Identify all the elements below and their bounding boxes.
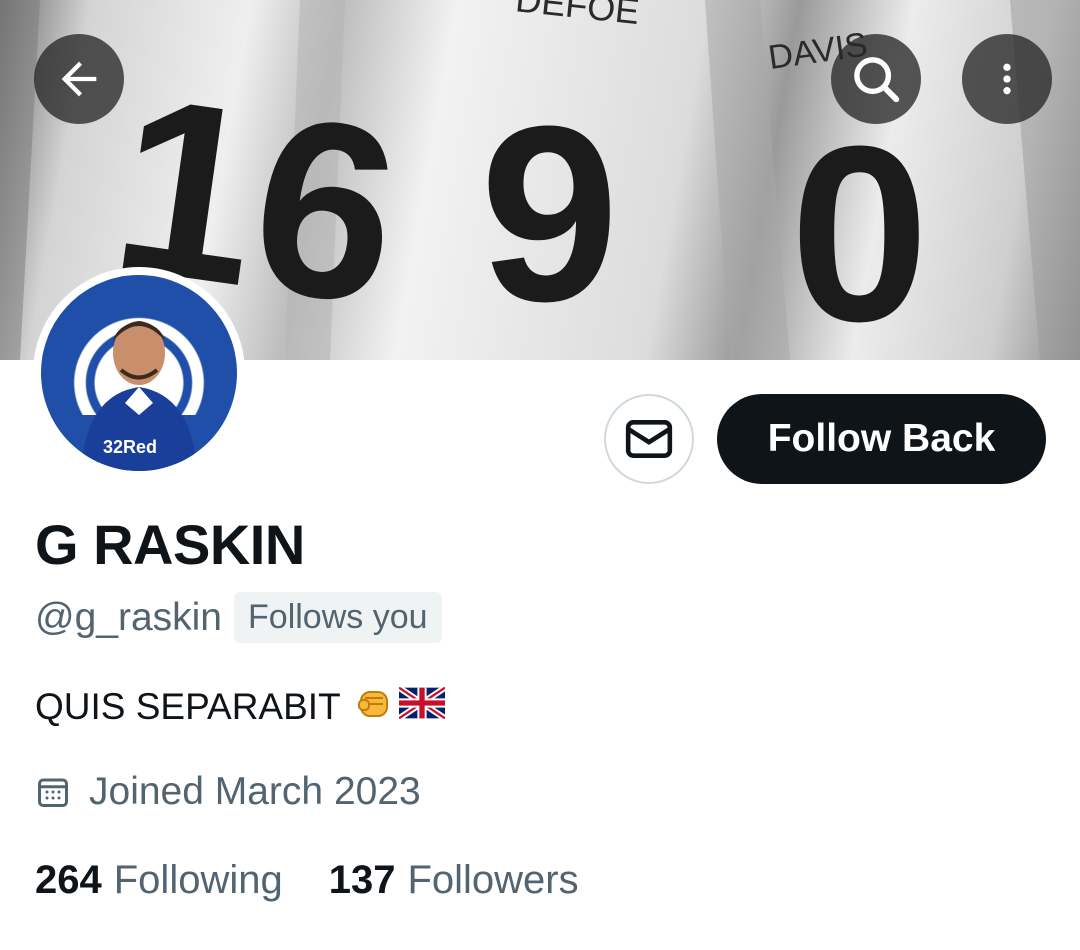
follow-stats: 264 Following 137 Followers — [35, 858, 579, 903]
joined-row: Joined March 2023 — [35, 770, 421, 814]
uk-flag-emoji — [396, 684, 447, 728]
following-count: 264 — [35, 858, 102, 902]
back-button[interactable] — [34, 34, 124, 124]
more-button[interactable] — [962, 34, 1052, 124]
followers-count: 137 — [328, 858, 396, 902]
jersey-number-9: 9 — [480, 74, 619, 353]
avatar-image: ANGERS 32Red — [41, 275, 237, 471]
mail-icon — [625, 420, 673, 458]
search-icon — [854, 57, 900, 103]
following-label: Following — [113, 858, 283, 902]
profile-handle: @g_raskin — [35, 595, 223, 639]
calendar-icon — [38, 778, 68, 807]
message-button[interactable] — [604, 394, 694, 484]
handle-row: @g_raskin Follows you — [35, 592, 442, 643]
jersey-number-0: 0 — [790, 94, 929, 360]
follow-back-button[interactable]: Follow Back — [717, 394, 1046, 484]
search-button[interactable] — [831, 34, 921, 124]
bio-text: QUIS SEPARABIT — [35, 685, 341, 727]
followers-label: Followers — [407, 858, 579, 902]
avatar-sponsor-text: 32Red — [103, 437, 157, 457]
profile-bio: QUIS SEPARABIT — [35, 682, 447, 731]
followers-link[interactable]: 137 Followers — [329, 858, 579, 903]
joined-date: Joined March 2023 — [89, 770, 421, 813]
more-vertical-icon — [1003, 63, 1011, 95]
jersey-name-defoe: DEFOE — [514, 0, 642, 32]
profile-name: G RASKIN — [35, 513, 305, 576]
raised-fist-emoji — [355, 682, 395, 731]
following-link[interactable]: 264 Following — [35, 858, 283, 903]
arrow-left-icon — [61, 61, 97, 97]
follows-you-badge: Follows you — [234, 592, 442, 643]
avatar[interactable]: ANGERS 32Red — [33, 267, 245, 479]
